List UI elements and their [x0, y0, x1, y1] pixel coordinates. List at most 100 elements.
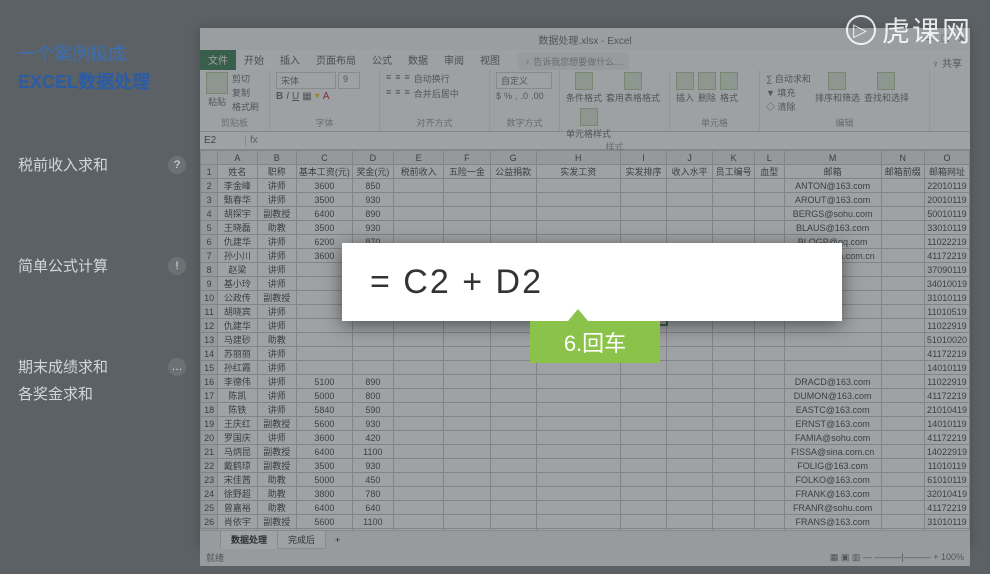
cell[interactable]: 讲师 — [257, 347, 296, 361]
cell[interactable]: 5600 — [296, 515, 352, 529]
cell[interactable] — [393, 389, 444, 403]
cell[interactable] — [444, 487, 490, 501]
cell[interactable] — [620, 515, 666, 529]
cell[interactable] — [620, 403, 666, 417]
row-header[interactable]: 11 — [201, 305, 218, 319]
dec-dec-icon[interactable]: .00 — [531, 91, 544, 101]
cell[interactable] — [393, 207, 444, 221]
tab-insert[interactable]: 插入 — [272, 49, 308, 70]
cell[interactable] — [393, 347, 444, 361]
font-size-select[interactable]: 9 — [338, 72, 360, 89]
cell[interactable] — [667, 515, 713, 529]
cell[interactable] — [393, 501, 444, 515]
cell[interactable] — [667, 431, 713, 445]
align-left-icon[interactable]: ≡ — [386, 87, 391, 100]
header-cell[interactable]: 姓名 — [218, 165, 257, 179]
cell[interactable]: 讲师 — [257, 179, 296, 193]
cell[interactable]: 讲师 — [257, 305, 296, 319]
cell[interactable]: 副教授 — [257, 445, 296, 459]
cell[interactable]: 41172219 — [924, 347, 969, 361]
cell[interactable] — [393, 179, 444, 193]
cell[interactable] — [713, 459, 755, 473]
cut-button[interactable]: 剪切 — [232, 72, 259, 85]
cell[interactable]: 罗国庆 — [218, 431, 257, 445]
cell[interactable] — [536, 445, 620, 459]
cell[interactable]: 6400 — [296, 501, 352, 515]
cell[interactable]: 陈凯 — [218, 389, 257, 403]
cell[interactable] — [713, 529, 755, 531]
col-header-H[interactable]: H — [536, 151, 620, 165]
cell[interactable]: 戴鹤琼 — [218, 459, 257, 473]
row-header[interactable]: 13 — [201, 333, 218, 347]
cell[interactable] — [393, 529, 444, 531]
cell[interactable] — [490, 487, 536, 501]
cell[interactable] — [881, 459, 924, 473]
col-header-D[interactable]: D — [352, 151, 393, 165]
cell[interactable] — [754, 403, 784, 417]
cell[interactable]: 徐野超 — [218, 487, 257, 501]
cell[interactable]: 780 — [352, 487, 393, 501]
cell[interactable] — [667, 487, 713, 501]
cell[interactable]: 930 — [352, 221, 393, 235]
cell[interactable]: 仇建华 — [218, 319, 257, 333]
row-header[interactable]: 5 — [201, 221, 218, 235]
cell[interactable] — [536, 515, 620, 529]
cell[interactable] — [754, 179, 784, 193]
cell[interactable]: 41172219 — [924, 431, 969, 445]
cell[interactable]: ANTON@163.com — [784, 179, 881, 193]
header-cell[interactable]: 实发排序 — [620, 165, 666, 179]
cell[interactable]: EASTC@163.com — [784, 403, 881, 417]
cell[interactable]: 6400 — [296, 207, 352, 221]
header-cell[interactable]: 血型 — [754, 165, 784, 179]
cell[interactable] — [490, 417, 536, 431]
col-header-J[interactable]: J — [667, 151, 713, 165]
cond-format-button[interactable]: 条件格式 — [566, 72, 602, 104]
row-header[interactable]: 21 — [201, 445, 218, 459]
cell[interactable]: 37090119 — [924, 263, 969, 277]
cell[interactable] — [490, 179, 536, 193]
cell[interactable] — [620, 417, 666, 431]
cell[interactable] — [754, 431, 784, 445]
cell[interactable] — [784, 333, 881, 347]
cell[interactable]: 3500 — [296, 459, 352, 473]
cell[interactable] — [444, 207, 490, 221]
cell[interactable]: 助教 — [257, 487, 296, 501]
cell[interactable]: 930 — [352, 417, 393, 431]
cell[interactable] — [393, 403, 444, 417]
cell[interactable]: 讲师 — [257, 431, 296, 445]
share-button[interactable]: ♀ 共享 — [932, 55, 962, 70]
cell[interactable] — [881, 347, 924, 361]
cell[interactable] — [490, 445, 536, 459]
name-box[interactable]: E2 — [200, 135, 246, 146]
cell[interactable] — [620, 389, 666, 403]
cell[interactable] — [667, 529, 713, 531]
chapter-3a[interactable]: 期末成绩求和 … — [18, 356, 182, 377]
cell[interactable]: 李颖明 — [218, 529, 257, 531]
cell[interactable]: 11010519 — [924, 305, 969, 319]
row-header[interactable]: 19 — [201, 417, 218, 431]
cell[interactable]: 副教授 — [257, 459, 296, 473]
cell[interactable]: 胡晓宾 — [218, 305, 257, 319]
cell[interactable]: 讲师 — [257, 277, 296, 291]
cell[interactable]: 助教 — [257, 221, 296, 235]
cell[interactable]: 孙小川 — [218, 249, 257, 263]
cell[interactable] — [881, 487, 924, 501]
cell[interactable] — [536, 403, 620, 417]
cell[interactable] — [667, 375, 713, 389]
cell[interactable]: 51010020 — [924, 333, 969, 347]
header-cell[interactable]: 邮箱 — [784, 165, 881, 179]
cell[interactable] — [754, 389, 784, 403]
format-cell-button[interactable]: 格式 — [720, 72, 738, 104]
cell[interactable] — [881, 375, 924, 389]
cell[interactable] — [536, 431, 620, 445]
cell[interactable]: 11022919 — [924, 375, 969, 389]
cell[interactable] — [881, 263, 924, 277]
cell[interactable] — [444, 361, 490, 375]
col-header-F[interactable]: F — [444, 151, 490, 165]
cell[interactable] — [754, 333, 784, 347]
tab-review[interactable]: 审阅 — [436, 49, 472, 70]
cell[interactable]: 22010119 — [924, 179, 969, 193]
cell[interactable]: 仇建华 — [218, 235, 257, 249]
cell[interactable]: 6400 — [296, 445, 352, 459]
cell[interactable]: 800 — [352, 389, 393, 403]
